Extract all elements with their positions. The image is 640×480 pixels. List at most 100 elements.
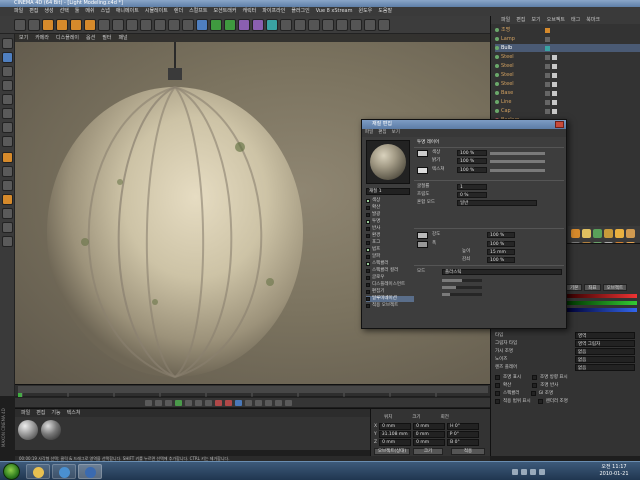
soft-selection-icon[interactable] bbox=[2, 208, 13, 219]
paint-icon[interactable] bbox=[336, 18, 348, 31]
axis-mode-icon[interactable] bbox=[2, 152, 13, 163]
field-ior-value[interactable]: 1 bbox=[457, 184, 487, 190]
channel-diffusion[interactable]: 확산 bbox=[366, 205, 414, 211]
checkbox[interactable] bbox=[366, 255, 370, 259]
object-menu-edit[interactable]: 편집 bbox=[516, 16, 525, 24]
channel-assignment[interactable]: 적용 오브젝트 bbox=[366, 303, 414, 309]
viewport-menu-camera[interactable]: 카메라 bbox=[35, 34, 49, 42]
dialog-menu-view[interactable]: 보기 bbox=[392, 129, 400, 137]
sculpt-icon[interactable] bbox=[322, 18, 334, 31]
dialog-menu-edit[interactable]: 편집 bbox=[378, 129, 386, 137]
coord-size-dropdown[interactable]: 크기 bbox=[413, 448, 443, 455]
field-falloff-value[interactable]: 100 % bbox=[487, 257, 515, 263]
channel-color[interactable]: 색상 bbox=[366, 198, 414, 204]
channel-displacement[interactable]: 디스플레이스먼트 bbox=[366, 282, 414, 288]
brightness-slider[interactable] bbox=[490, 160, 545, 163]
move-icon[interactable] bbox=[56, 18, 68, 31]
object-row[interactable]: 조명 bbox=[495, 26, 640, 34]
channel-specular-color[interactable]: 스펙큘러 컬러 bbox=[366, 268, 414, 274]
material-tag-icon[interactable] bbox=[552, 90, 557, 96]
dialog-title[interactable]: 재질 편집 bbox=[362, 120, 566, 129]
mode-select[interactable]: 플라스틱 bbox=[442, 269, 562, 275]
scale-key-icon[interactable] bbox=[255, 399, 262, 406]
field-color-value[interactable]: 100 % bbox=[457, 150, 487, 156]
viewport-menu-panel[interactable]: 패널 bbox=[118, 34, 127, 42]
tag-icon[interactable] bbox=[545, 108, 550, 114]
object-row[interactable]: Steel bbox=[495, 80, 640, 88]
tab-object[interactable]: 오브젝트 bbox=[602, 284, 628, 291]
material-ball-paper[interactable] bbox=[18, 420, 38, 440]
field-blur-value[interactable]: 0 % bbox=[457, 192, 487, 198]
viewport-menu-options[interactable]: 옵션 bbox=[86, 34, 95, 42]
specular-height-slider[interactable] bbox=[442, 286, 482, 289]
y-axis-icon[interactable] bbox=[112, 18, 124, 31]
coord-x-position[interactable]: 0 mm bbox=[379, 423, 412, 430]
cube-icon[interactable] bbox=[196, 18, 208, 31]
menu-window[interactable]: 윈도우 bbox=[358, 7, 372, 16]
channel-fog[interactable]: 포그 bbox=[366, 240, 414, 246]
checkbox[interactable] bbox=[366, 262, 370, 266]
menu-select[interactable]: 선택 bbox=[60, 7, 69, 16]
blend-mode-select[interactable]: 일반 bbox=[457, 200, 537, 206]
viewport-menu-filter[interactable]: 필터 bbox=[102, 34, 111, 42]
material-tag-icon[interactable] bbox=[552, 81, 557, 87]
field-texture-value[interactable]: 100 % bbox=[457, 167, 487, 173]
tag-icon[interactable] bbox=[545, 90, 550, 96]
camera-icon[interactable] bbox=[280, 18, 292, 31]
attr-visible-light-select[interactable]: 없음 bbox=[575, 348, 635, 355]
position-key-icon[interactable] bbox=[245, 399, 252, 406]
checkbox[interactable] bbox=[366, 227, 370, 231]
prev-frame-icon[interactable] bbox=[165, 399, 172, 406]
coord-apply-button[interactable]: 적용 bbox=[451, 448, 485, 455]
auto-key-icon[interactable] bbox=[225, 399, 232, 406]
preset-thumb[interactable] bbox=[593, 229, 602, 238]
field-brightness-value[interactable]: 100 % bbox=[457, 158, 487, 164]
red-color-slider[interactable] bbox=[567, 294, 637, 298]
workplane-icon[interactable] bbox=[2, 94, 13, 105]
next-frame-icon[interactable] bbox=[185, 399, 192, 406]
material-menu-function[interactable]: 기능 bbox=[51, 409, 60, 417]
object-row[interactable]: Line bbox=[495, 98, 640, 106]
menu-create[interactable]: 생성 bbox=[44, 7, 53, 16]
menu-file[interactable]: 파일 bbox=[14, 7, 23, 16]
menu-animate[interactable]: 애니메이트 bbox=[116, 7, 139, 16]
checkbox[interactable] bbox=[366, 206, 370, 210]
solo-icon[interactable] bbox=[2, 236, 13, 247]
undo-icon[interactable] bbox=[14, 18, 26, 31]
checkbox[interactable] bbox=[366, 241, 370, 245]
material-menu-edit[interactable]: 편집 bbox=[36, 409, 45, 417]
checkbox[interactable] bbox=[366, 290, 370, 294]
layout-icon[interactable] bbox=[308, 18, 320, 31]
width-swatch[interactable] bbox=[417, 241, 428, 248]
checkbox[interactable] bbox=[537, 399, 543, 404]
viewport-menu-view[interactable]: 보기 bbox=[19, 34, 28, 42]
tag-icon[interactable] bbox=[545, 36, 550, 42]
coord-y-position[interactable]: 31.108 mm bbox=[378, 431, 411, 438]
tab-basic[interactable]: 기본 bbox=[566, 284, 583, 291]
magnet-icon[interactable] bbox=[2, 194, 13, 205]
points-mode-icon[interactable] bbox=[2, 108, 13, 119]
object-menu-tags[interactable]: 태그 bbox=[571, 16, 580, 24]
object-menu-view[interactable]: 보기 bbox=[531, 16, 540, 24]
tag-icon[interactable] bbox=[545, 27, 550, 33]
tag-icon[interactable] bbox=[545, 81, 550, 87]
checkbox[interactable] bbox=[366, 248, 370, 252]
checkbox[interactable] bbox=[532, 383, 538, 388]
checkbox[interactable] bbox=[366, 276, 370, 280]
checkbox[interactable] bbox=[495, 399, 500, 404]
material-menu-texture[interactable]: 텍스쳐 bbox=[67, 409, 81, 417]
menu-help[interactable]: 도움말 bbox=[378, 7, 392, 16]
menu-plugins[interactable]: 플러그인 bbox=[291, 7, 309, 16]
object-row[interactable]: Base bbox=[495, 89, 640, 97]
menu-render[interactable]: 렌더 bbox=[174, 7, 183, 16]
tag-icon[interactable] bbox=[545, 63, 550, 69]
material-ball-steel[interactable] bbox=[41, 420, 61, 440]
viewport-menu-display[interactable]: 디스플레이 bbox=[56, 34, 79, 42]
attr-shadow-select[interactable]: 영역 그림자 bbox=[575, 340, 635, 347]
object-menu-file[interactable]: 파일 bbox=[501, 16, 510, 24]
keyframe-selection-icon[interactable] bbox=[235, 399, 242, 406]
snap-icon[interactable] bbox=[2, 180, 13, 191]
menu-simulate[interactable]: 시뮬레이트 bbox=[145, 7, 168, 16]
record-icon[interactable] bbox=[215, 399, 222, 406]
coord-z-position[interactable]: 0 mm bbox=[379, 439, 412, 446]
